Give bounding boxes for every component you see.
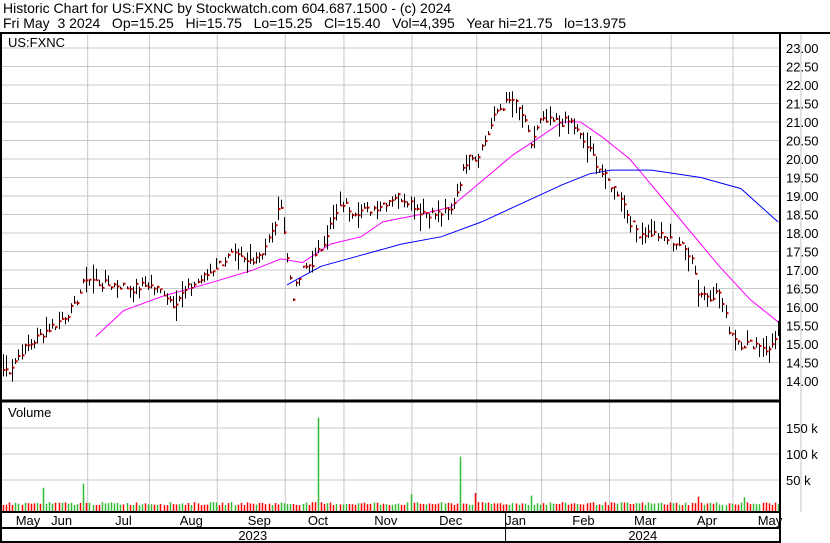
volume-tick-label: 150 k [786,421,818,436]
month-label: May [16,513,41,528]
stock-chart: US:FXNC Volume 23.00 22.50 22.00 21.50 21.00… [0,32,830,543]
price-tick-label: 21.00 [786,115,819,130]
price-tick-label: 18.00 [786,226,819,241]
month-label: Mar [634,513,657,528]
price-tick-label: 15.00 [786,337,819,352]
month-label: Jun [51,513,72,528]
price-tick-label: 18.50 [786,208,819,223]
price-tick-label: 20.00 [786,152,819,167]
month-label: May [758,513,783,528]
month-label: Apr [697,513,718,528]
moving-averages [95,121,779,337]
price-tick-label: 19.50 [786,171,819,186]
price-tick-label: 23.00 [786,41,819,56]
month-label: Feb [572,513,594,528]
month-label: Aug [180,513,203,528]
month-label: Jul [115,513,132,528]
long-moving-average-line [286,169,779,286]
price-tick-label: 22.00 [786,78,819,93]
price-tick-label: 20.50 [786,134,819,149]
month-label: Jan [505,513,526,528]
volume-tick-label: 100 k [786,447,818,462]
volume-tick-label: 50 k [786,473,811,488]
price-tick-label: 15.50 [786,319,819,334]
price-tick-label: 14.00 [786,374,819,389]
year-label: 2023 [238,528,267,543]
month-label: Nov [374,513,398,528]
volume-bars [2,417,780,511]
volume-label: Volume [8,405,51,420]
price-bars [3,91,781,382]
price-tick-label: 16.50 [786,282,819,297]
month-label: Sep [248,513,271,528]
price-tick-label: 22.50 [786,60,819,75]
price-tick-label: 21.50 [786,97,819,112]
price-tick-label: 14.50 [786,356,819,371]
price-tick-label: 16.00 [786,300,819,315]
short-moving-average-line [95,121,779,337]
year-label: 2024 [628,528,657,543]
symbol-label: US:FXNC [8,35,65,50]
month-label: Dec [439,513,463,528]
price-tick-label: 17.00 [786,263,819,278]
price-tick-label: 17.50 [786,245,819,260]
month-label: Oct [308,513,329,528]
price-tick-label: 19.00 [786,189,819,204]
